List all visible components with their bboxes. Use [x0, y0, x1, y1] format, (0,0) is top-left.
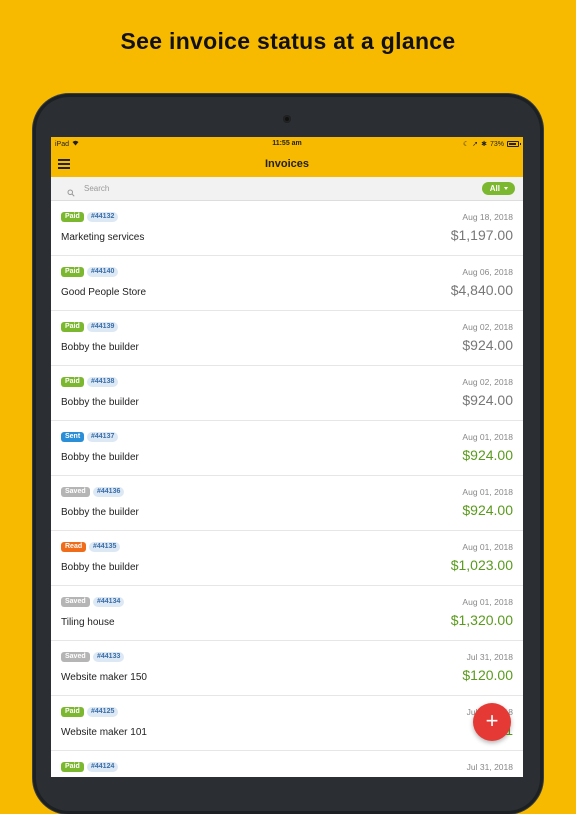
- invoice-row[interactable]: Saved #44133 Website maker 150 Jul 31, 2018…: [51, 641, 523, 696]
- moon-icon: ☾: [462, 141, 470, 148]
- invoice-date: Aug 06, 2018: [462, 267, 513, 277]
- bluetooth-icon: ✱: [481, 141, 487, 148]
- search-bar: All: [51, 177, 523, 201]
- status-badge: Sent: [61, 432, 85, 442]
- status-badge: Paid: [61, 762, 84, 772]
- invoice-number-badge: #44136: [93, 487, 125, 497]
- status-badge: Paid: [61, 322, 84, 332]
- invoice-date: Aug 01, 2018: [462, 542, 513, 552]
- invoice-row[interactable]: Paid#44125Website maker 101Jul 31, 2018$…: [51, 696, 523, 751]
- client-name: Bobby the builder: [61, 397, 139, 408]
- invoice-row[interactable]: Paid #44138 Bobby the builder Aug 02, 2018 $…: [51, 366, 523, 421]
- invoice-date: Aug 02, 2018: [462, 377, 513, 387]
- invoice-number-badge: #44133: [93, 652, 125, 662]
- invoice-amount: $1,320.00: [450, 612, 513, 628]
- search-icon: [67, 184, 75, 197]
- status-badge: Saved: [61, 487, 90, 497]
- invoice-date: Aug 01, 2018: [462, 597, 513, 607]
- invoice-number-badge: #44135: [89, 542, 121, 552]
- client-name: Bobby the builder: [61, 342, 139, 353]
- client-name: Bobby the builder: [61, 507, 139, 518]
- front-camera: [283, 115, 291, 123]
- invoice-date: Aug 02, 2018: [462, 322, 513, 332]
- nav-bar: Invoices: [51, 151, 523, 177]
- invoice-amount: $1,023.00: [450, 557, 513, 573]
- status-bar: iPad 11:55 am ☾ ➚ ✱ 73%: [51, 137, 523, 151]
- status-badge: Saved: [61, 652, 90, 662]
- invoice-number-badge: #44132: [87, 212, 119, 222]
- invoice-row[interactable]: Paid #44139 Bobby the builder Aug 02, 2018 $…: [51, 311, 523, 366]
- invoice-amount: $924.00: [462, 502, 513, 518]
- page-title: Invoices: [264, 158, 310, 170]
- invoice-date: Aug 18, 2018: [462, 212, 513, 222]
- invoice-date: Jul 31, 2018: [466, 762, 513, 772]
- location-icon: ➚: [472, 141, 479, 148]
- invoice-number-badge: #44134: [93, 597, 125, 607]
- client-name: Website maker 150: [61, 672, 147, 683]
- add-invoice-button[interactable]: +: [473, 703, 511, 741]
- status-badge: Paid: [61, 377, 84, 387]
- status-filter-dropdown[interactable]: All: [481, 182, 515, 195]
- invoice-date: Aug 01, 2018: [462, 487, 513, 497]
- status-badge: Paid: [61, 267, 84, 277]
- invoice-row[interactable]: Paid #44140 Good People Store Aug 06, 2018 $…: [51, 256, 523, 311]
- invoice-amount: $4,840.00: [450, 282, 513, 298]
- invoice-amount: $120.00: [462, 667, 513, 683]
- chevron-down-icon: [504, 187, 508, 190]
- client-name: Good People Store: [61, 287, 147, 298]
- battery-icon: [507, 141, 521, 147]
- app-screen: iPad 11:55 am ☾ ➚ ✱ 73% Invoices All Pai…: [51, 137, 523, 777]
- battery-percent: 73%: [489, 140, 504, 148]
- client-name: Bobby the builder: [61, 562, 139, 573]
- invoice-list: Paid #44132 Marketing services Aug 18, 2018…: [51, 201, 523, 777]
- invoice-amount: $924.00: [462, 392, 513, 408]
- status-badge: Read: [61, 542, 87, 552]
- page-headline: See invoice status at a glance: [120, 28, 456, 54]
- invoice-number-badge: #44139: [87, 322, 119, 332]
- status-badge: Paid: [61, 707, 84, 717]
- client-name: Tiling house: [61, 617, 115, 628]
- invoice-number-badge: #44124: [87, 762, 119, 772]
- invoice-row[interactable]: Saved #44134 Tiling house Aug 01, 2018 $1,32…: [51, 586, 523, 641]
- invoice-number-badge: #44125: [87, 707, 119, 717]
- invoice-amount: $1,197.00: [450, 227, 513, 243]
- status-badge: Paid: [61, 212, 84, 222]
- invoice-number-badge: #44137: [87, 432, 119, 442]
- invoice-row[interactable]: Paid #44132 Marketing services Aug 18, 2018…: [51, 201, 523, 256]
- invoice-amount: $924.00: [462, 337, 513, 353]
- status-badge: Saved: [61, 597, 90, 607]
- client-name: Website maker 101: [61, 727, 147, 738]
- invoice-number-badge: #44138: [87, 377, 119, 387]
- invoice-date: Aug 01, 2018: [462, 432, 513, 442]
- search-input[interactable]: [84, 180, 384, 196]
- client-name: Bobby the builder: [61, 452, 139, 463]
- status-time: 11:55 am: [272, 140, 302, 147]
- invoice-row[interactable]: Read #44135 Bobby the builder Aug 01, 2018 $…: [51, 531, 523, 586]
- invoice-row[interactable]: Sent #44137 Bobby the builder Aug 01, 2018 $…: [51, 421, 523, 476]
- invoice-row[interactable]: Paid #44124 Jul 31, 2018: [51, 751, 523, 777]
- filter-label: All: [489, 184, 500, 193]
- client-name: Marketing services: [61, 232, 145, 243]
- invoice-number-badge: #44140: [87, 267, 119, 277]
- invoice-amount: $924.00: [462, 447, 513, 463]
- invoice-date: Jul 31, 2018: [466, 652, 513, 662]
- invoice-row[interactable]: Saved #44136 Bobby the builder Aug 01, 2018…: [51, 476, 523, 531]
